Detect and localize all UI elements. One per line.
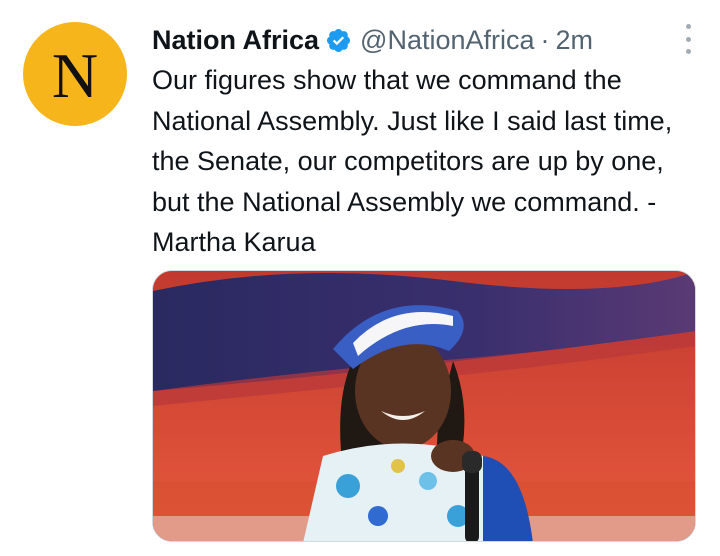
handle[interactable]: @NationAfrica [360,25,534,56]
avatar[interactable]: N [23,22,127,126]
separator-dot: · [540,24,550,55]
timestamp[interactable]: 2m [556,25,594,56]
photo-illustration [153,271,695,541]
tweet-media-photo[interactable] [152,270,696,542]
avatar-letter: N [51,40,99,111]
tweet-header: Nation Africa @NationAfrica · 2m [152,22,700,58]
tweet-text: Our figures show that we command the Nat… [152,65,673,257]
display-name[interactable]: Nation Africa [152,25,319,56]
more-options-icon[interactable] [676,24,700,54]
verified-badge-icon [327,28,351,52]
